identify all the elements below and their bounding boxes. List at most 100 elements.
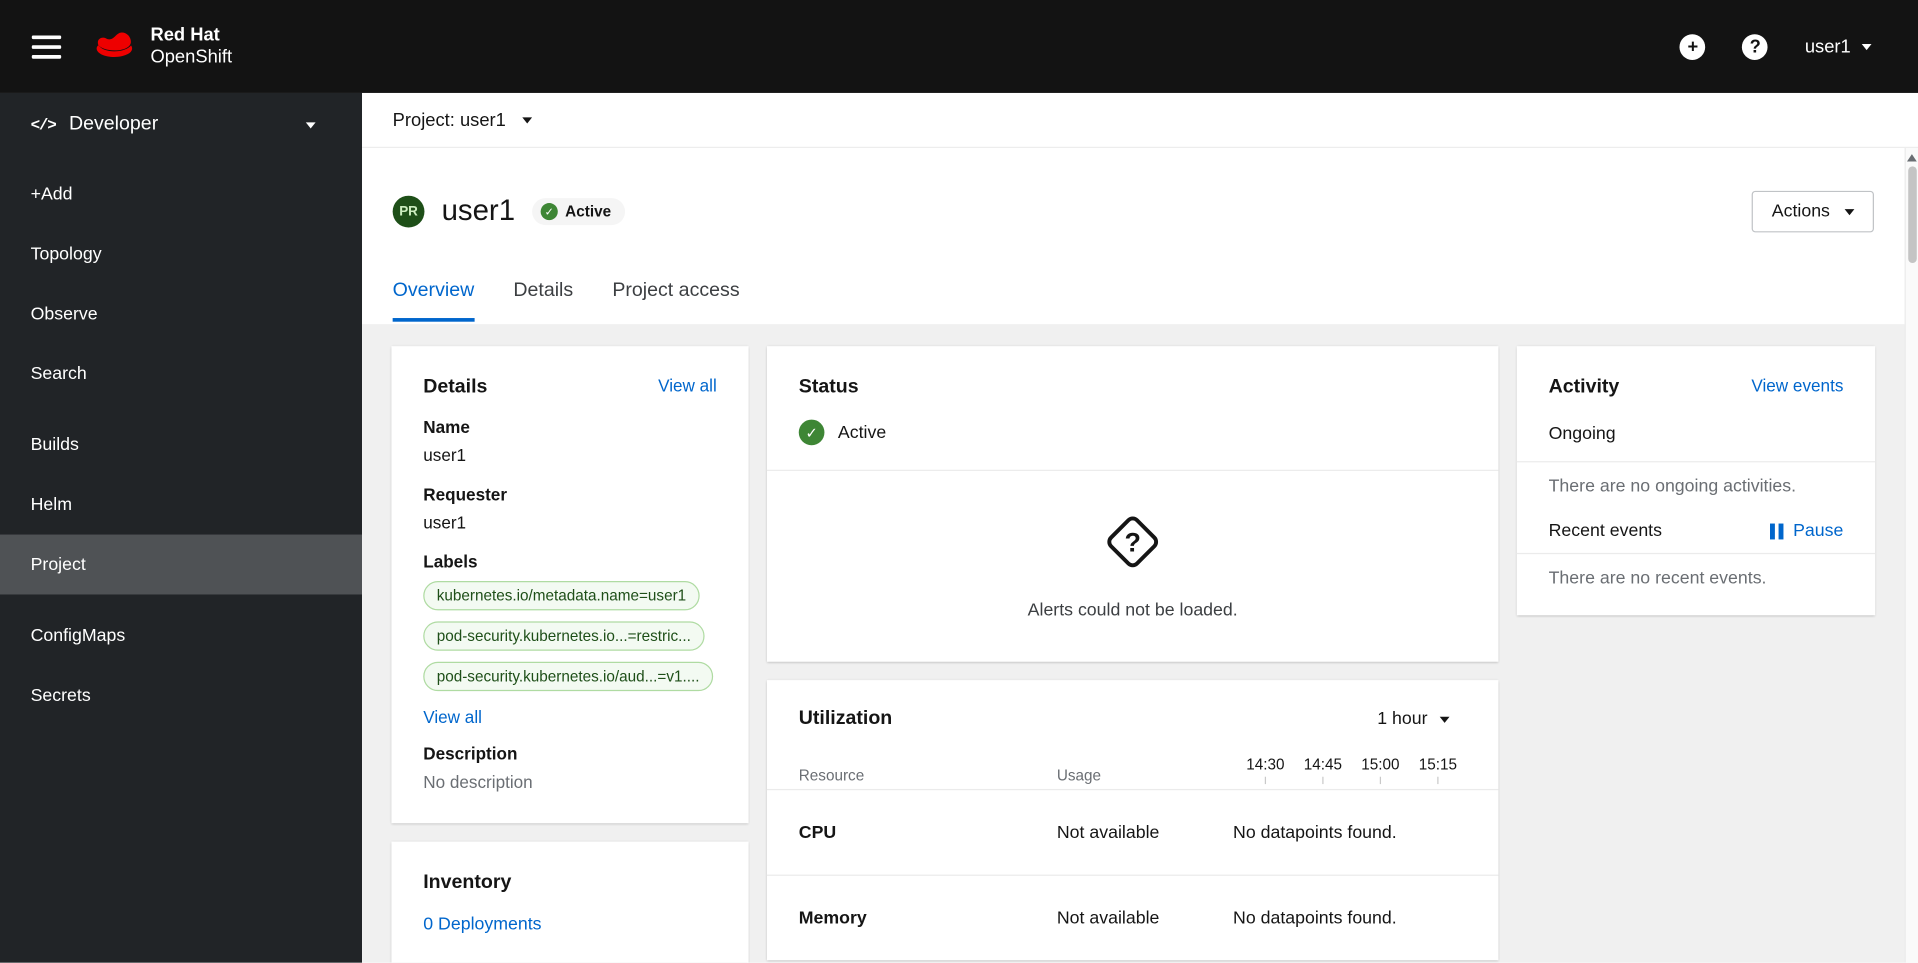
- brand-text: Red Hat OpenShift: [150, 24, 232, 69]
- description-value: No description: [423, 771, 533, 792]
- perspective-label: Developer: [68, 113, 159, 135]
- shell: </> Developer +Add Topology Observe Sear…: [0, 92, 1918, 963]
- scrollbar-up-arrow-icon[interactable]: [1907, 154, 1917, 162]
- resource-usage: Not available: [1056, 908, 1160, 928]
- status-card-title: Status: [798, 376, 859, 398]
- sidebar: </> Developer +Add Topology Observe Sear…: [0, 92, 363, 963]
- quick-create-icon[interactable]: +: [1680, 33, 1706, 60]
- breadcrumb: Project: user1: [362, 92, 1918, 149]
- pause-events-button[interactable]: Pause: [1769, 521, 1844, 541]
- label-pill[interactable]: pod-security.kubernetes.io/aud...=v1....: [423, 661, 713, 692]
- sidebar-item-helm[interactable]: Helm: [0, 475, 362, 535]
- sidebar-item-add[interactable]: +Add: [0, 164, 362, 224]
- usage-column-header: Usage: [1056, 766, 1102, 785]
- labels-view-all-link[interactable]: View all: [423, 707, 482, 727]
- brand-logo[interactable]: Red Hat OpenShift: [93, 24, 232, 69]
- page-title: user1: [441, 194, 516, 228]
- tabs: Overview Details Project access: [392, 280, 1874, 322]
- sidebar-item-label: Observe: [30, 303, 98, 324]
- unknown-status-icon: ?: [1107, 516, 1159, 568]
- sidebar-item-label: Builds: [30, 434, 79, 455]
- chevron-down-icon: [1439, 716, 1450, 723]
- actions-button-label: Actions: [1771, 201, 1830, 222]
- scrollbar-thumb[interactable]: [1908, 166, 1917, 263]
- utilization-row-cpu: CPU Not available No datapoints found.: [766, 788, 1499, 875]
- tab-details[interactable]: Details: [513, 280, 573, 322]
- check-circle-icon: [540, 203, 558, 221]
- sidebar-item-project[interactable]: Project: [0, 534, 363, 595]
- status-card-header: Status: [767, 346, 1498, 400]
- view-events-link[interactable]: View events: [1751, 376, 1843, 396]
- description-label: Description: [423, 743, 518, 764]
- label-pill[interactable]: pod-security.kubernetes.io...=restric...: [423, 621, 705, 651]
- sidebar-item-label: Helm: [30, 494, 72, 515]
- time-axis: 14:30 14:45 15:00 15:15: [1233, 755, 1467, 785]
- project-selector[interactable]: Project: user1: [393, 109, 532, 130]
- actions-button[interactable]: Actions: [1752, 190, 1874, 233]
- time-label: 15:00: [1352, 756, 1409, 785]
- brand-line1: Red Hat: [150, 24, 220, 45]
- tab-project-access[interactable]: Project access: [612, 280, 739, 322]
- developer-code-icon: </>: [30, 115, 57, 134]
- resource-datapoints: No datapoints found.: [1233, 822, 1397, 843]
- time-label: 14:30: [1237, 755, 1294, 785]
- scrollbar[interactable]: [1904, 148, 1918, 963]
- masthead-toolbar: + ? user1: [1680, 33, 1872, 60]
- sidebar-item-observe[interactable]: Observe: [0, 284, 362, 344]
- openshift-console: Red Hat OpenShift + ? user1 </> Develope…: [0, 0, 1918, 963]
- tab-overview[interactable]: Overview: [392, 280, 475, 322]
- ongoing-section-header: Ongoing: [1517, 400, 1875, 461]
- check-circle-icon: [798, 419, 825, 446]
- time-text: 15:15: [1418, 755, 1458, 774]
- pause-label: Pause: [1793, 521, 1844, 541]
- sidebar-item-topology[interactable]: Topology: [0, 224, 362, 284]
- sidebar-item-label: Project: [30, 554, 86, 575]
- alerts-empty-message: Alerts could not be loaded.: [1027, 600, 1238, 621]
- overview-dashboard: Details View all Name user1 Requester us…: [362, 324, 1918, 963]
- status-card: Status Active ? Alerts could: [766, 346, 1499, 662]
- resource-name: CPU: [798, 822, 837, 843]
- recent-events-label: Recent events: [1548, 521, 1662, 541]
- sidebar-item-search[interactable]: Search: [0, 344, 362, 404]
- title-row: PR user1 Active Actions: [392, 190, 1874, 233]
- time-label: 15:15: [1409, 755, 1466, 785]
- sidebar-item-configmaps[interactable]: ConfigMaps: [0, 605, 362, 665]
- middle-column: Status Active ? Alerts could: [766, 346, 1499, 961]
- utilization-axis-row: Resource Usage 14:30 14:45 15:00 15:15: [767, 756, 1498, 789]
- duration-select[interactable]: 1 hour: [1377, 709, 1450, 729]
- nav-group: +Add Topology Observe Search: [0, 164, 362, 404]
- masthead: Red Hat OpenShift + ? user1: [0, 0, 1918, 93]
- resource-column-header: Resource: [798, 766, 865, 785]
- details-view-all-link[interactable]: View all: [658, 376, 717, 396]
- pause-icon: [1769, 522, 1784, 539]
- svg-text:?: ?: [1124, 528, 1140, 558]
- recent-events-section-header: Recent events Pause: [1517, 506, 1875, 552]
- inventory-card-header: Inventory: [391, 842, 748, 896]
- ongoing-empty-message: There are no ongoing activities.: [1548, 477, 1797, 497]
- perspective-switcher[interactable]: </> Developer: [0, 93, 362, 154]
- sidebar-item-secrets[interactable]: Secrets: [0, 665, 362, 725]
- main-content: Project: user1 PR user1 Active Actions: [362, 92, 1918, 963]
- name-value: user1: [423, 445, 467, 465]
- inventory-card: Inventory 0 Deployments: [391, 841, 749, 963]
- requester-value: user1: [423, 512, 467, 533]
- deployments-link[interactable]: 0 Deployments: [423, 915, 541, 935]
- right-column: Activity View events Ongoing There are n…: [1516, 346, 1876, 616]
- resource-name: Memory: [798, 908, 867, 928]
- name-label: Name: [423, 417, 470, 437]
- status-badge-label: Active: [565, 203, 612, 221]
- inventory-card-title: Inventory: [423, 872, 512, 893]
- details-card-title: Details: [423, 376, 488, 398]
- axis-tick: [1322, 776, 1324, 785]
- axis-tick: [1379, 776, 1382, 785]
- nav-toggle-button[interactable]: [20, 22, 74, 71]
- project-selector-label: Project: user1: [392, 109, 506, 131]
- project-resource-badge: PR: [392, 195, 425, 228]
- user-menu[interactable]: user1: [1805, 36, 1872, 57]
- help-icon[interactable]: ?: [1742, 33, 1769, 60]
- page-header: PR user1 Active Actions Overview Details…: [362, 148, 1918, 325]
- label-pill[interactable]: kubernetes.io/metadata.name=user1: [423, 581, 700, 611]
- time-text: 14:30: [1246, 755, 1285, 774]
- sidebar-item-builds[interactable]: Builds: [0, 415, 362, 475]
- sidebar-item-label: Secrets: [30, 685, 91, 706]
